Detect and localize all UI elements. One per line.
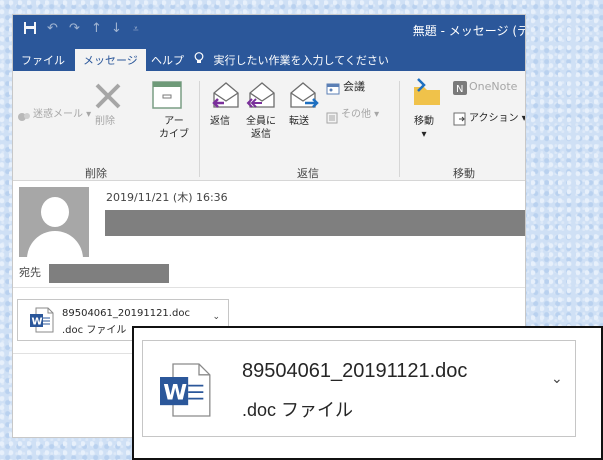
archive-button[interactable]: アー カイブ (159, 115, 189, 141)
svg-text:N: N (456, 84, 463, 95)
tab-help[interactable]: ヘルプ (143, 49, 192, 71)
title-bar: ↶ ↷ ↑ ↓ ⩡ 無題 - メッセージ (テ (13, 15, 525, 45)
junk-mail-button[interactable]: 迷惑メール ▾ (33, 108, 91, 121)
to-label: 宛先 (19, 266, 41, 279)
attachment-zoom-inset: W 89504061_20191121.doc .doc ファイル ⌄ (132, 326, 603, 460)
reply-button[interactable]: 返信 (210, 115, 230, 128)
divider (13, 287, 525, 288)
message-header: 2019/11/21 (木) 16:36 宛先 W 89504061_20191… (13, 181, 525, 341)
redo-icon[interactable]: ↷ (69, 21, 80, 36)
sent-date: 2019/11/21 (木) 16:36 (106, 191, 228, 204)
delete-icon (93, 81, 123, 115)
ribbon: 迷惑メール ▾ 削除 アー カイブ 削除 返信 全員に 返信 転送 会議 その他… (13, 71, 525, 181)
attachment-filetype: .doc ファイル (62, 325, 127, 336)
group-label-delete: 削除 (85, 167, 107, 180)
attachment-card-zoomed[interactable]: W 89504061_20191121.doc .doc ファイル ⌄ (142, 340, 576, 437)
reply-all-button[interactable]: 全員に 返信 (246, 115, 276, 141)
tell-me-box[interactable]: 実行したい作業を入力してください (194, 52, 389, 68)
redacted-recipient (49, 264, 169, 283)
lightbulb-icon (194, 52, 208, 67)
group-label-move: 移動 (453, 167, 475, 180)
reply-icon (210, 79, 242, 115)
attachment-filename: 89504061_20191121.doc (62, 308, 190, 319)
meeting-button[interactable]: 会議 (343, 80, 365, 93)
chevron-down-icon[interactable]: ⌄ (212, 312, 220, 322)
chevron-down-icon[interactable]: ⌄ (551, 371, 563, 387)
undo-icon[interactable]: ↶ (47, 21, 58, 36)
svg-text:W: W (163, 381, 187, 406)
word-document-icon: W (160, 361, 212, 423)
attachment-filename: 89504061_20191121.doc (242, 360, 468, 382)
tell-me-label: 実行したい作業を入力してください (213, 54, 389, 67)
up-arrow-icon[interactable]: ↑ (91, 21, 102, 36)
save-icon[interactable] (23, 21, 37, 39)
ribbon-separator (199, 81, 200, 177)
delete-button[interactable]: 削除 (95, 115, 115, 128)
actions-button[interactable]: アクション ▾ (469, 112, 525, 125)
junk-mail-icon (17, 108, 31, 127)
tab-message[interactable]: メッセージ (75, 49, 146, 71)
ribbon-tabs: ファイル メッセージ ヘルプ 実行したい作業を入力してください (13, 45, 525, 71)
more-respond-button[interactable]: その他 ▾ (341, 108, 379, 121)
move-button[interactable]: 移動 ▾ (414, 115, 434, 141)
down-arrow-icon[interactable]: ↓ (111, 21, 122, 36)
archive-icon (152, 81, 182, 113)
onenote-button[interactable]: OneNote (469, 80, 517, 93)
avatar (19, 187, 89, 257)
forward-button[interactable]: 転送 (289, 115, 309, 128)
reply-all-icon (246, 79, 278, 115)
word-document-icon: W (30, 307, 54, 337)
ribbon-separator (399, 81, 400, 177)
forward-icon (287, 79, 319, 115)
customize-icon[interactable]: ⩡ (133, 24, 139, 35)
more-respond-icon (326, 109, 338, 128)
window-title: 無題 - メッセージ (テ (412, 24, 526, 38)
onenote-icon: N (453, 80, 467, 99)
actions-icon (453, 111, 467, 130)
group-label-respond: 返信 (297, 167, 319, 180)
svg-text:W: W (32, 317, 43, 328)
tab-file[interactable]: ファイル (13, 49, 73, 71)
move-folder-icon (412, 77, 442, 111)
meeting-icon (326, 80, 340, 99)
redacted-sender (105, 210, 525, 236)
attachment-filetype: .doc ファイル (242, 400, 354, 420)
